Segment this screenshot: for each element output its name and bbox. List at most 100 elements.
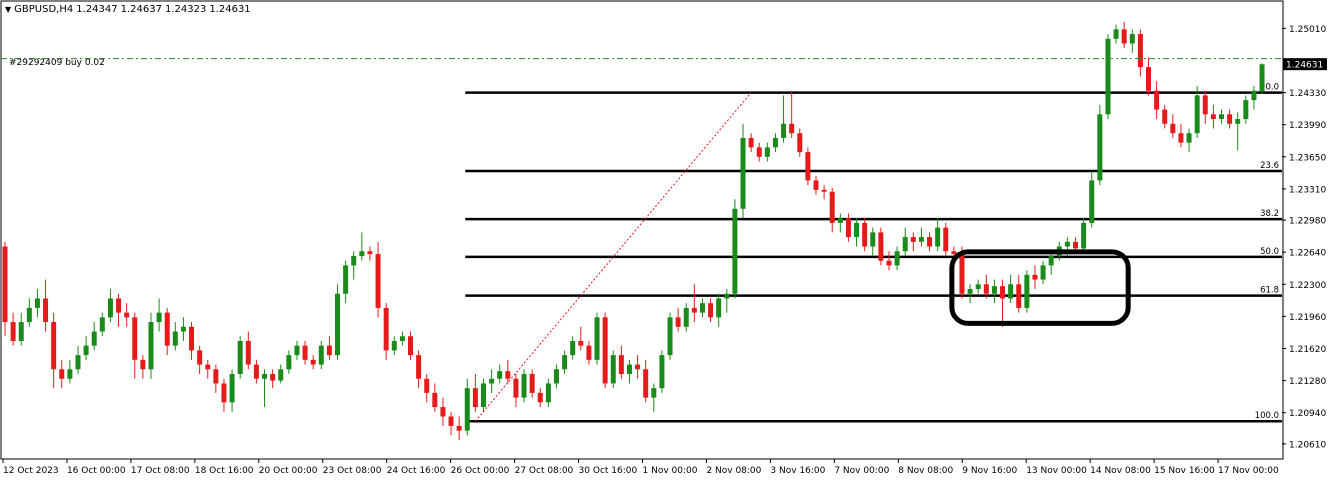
candlestick-chart: 0.0 23.6 38.2 50.0 61.8 100.0 1.25010 1.24330 1… <box>0 0 1327 476</box>
candle <box>935 218 941 252</box>
candle-body <box>545 383 551 403</box>
candle-body <box>67 369 73 379</box>
candle-body <box>878 232 884 261</box>
candle <box>772 133 778 153</box>
candle-body <box>99 317 105 332</box>
candle <box>197 345 203 375</box>
y-tick-label: 1.22300 <box>1289 281 1326 291</box>
candle-body <box>1008 284 1014 299</box>
candle-body <box>2 246 8 323</box>
candle-body <box>270 374 276 381</box>
overlay-layer <box>1 58 1282 422</box>
candle <box>245 331 251 370</box>
candle-body <box>1219 114 1224 120</box>
symbol-label: GBPUSD,H4 <box>14 4 74 15</box>
candle <box>781 95 787 143</box>
x-tick-label: 27 Oct 08:00 <box>515 466 574 476</box>
candle <box>691 284 697 323</box>
candle <box>99 312 105 337</box>
candle-body <box>626 364 632 375</box>
candle <box>318 340 324 370</box>
candle <box>180 317 186 341</box>
candle <box>789 90 795 138</box>
candle-body <box>764 147 770 157</box>
candle-body <box>456 425 462 431</box>
candle-body <box>51 322 57 370</box>
candle-body <box>424 378 430 393</box>
candle <box>383 303 389 360</box>
candle-body <box>448 416 454 426</box>
candle <box>1000 279 1006 327</box>
fib-level-label: 0.0 <box>1265 83 1279 93</box>
ohlc-low: 1.24323 <box>164 4 207 15</box>
candle-body <box>683 307 689 327</box>
candle <box>229 369 235 412</box>
candle-body <box>1154 90 1160 110</box>
candle-body <box>951 251 957 255</box>
candle <box>562 350 568 375</box>
candle-body <box>408 336 413 356</box>
candle-body <box>935 227 941 247</box>
candle-body <box>1178 133 1184 143</box>
candle <box>391 336 397 356</box>
candle <box>886 251 892 271</box>
candle-body <box>213 369 219 384</box>
candle-body <box>1194 95 1200 134</box>
candle-body <box>1024 274 1030 308</box>
candle <box>75 345 81 375</box>
y-tick-label: 1.21280 <box>1289 377 1326 387</box>
candle-body <box>189 326 195 351</box>
candle-body <box>570 340 576 356</box>
fib-level-label: 100.0 <box>1255 411 1279 421</box>
candle-body <box>343 265 349 294</box>
candle <box>221 378 227 412</box>
candle <box>521 369 527 403</box>
y-tick-label: 1.23650 <box>1289 153 1326 163</box>
candle-body <box>1073 241 1079 249</box>
candle-body <box>1227 114 1233 124</box>
candle-body <box>594 317 600 360</box>
y-tick-label: 1.21620 <box>1289 345 1326 355</box>
candle-body <box>651 388 657 398</box>
candle <box>862 218 868 252</box>
candle-body <box>1129 34 1135 44</box>
candle-body <box>132 317 138 360</box>
candle <box>270 369 276 389</box>
candle-body <box>708 303 714 318</box>
candle <box>43 279 49 332</box>
candle-body <box>910 237 916 242</box>
candle <box>286 350 292 375</box>
candle <box>489 369 495 393</box>
collapse-triangle-icon[interactable]: ▼ <box>5 5 11 14</box>
candle <box>675 307 681 332</box>
candle-body <box>253 364 259 379</box>
current-price-label: 1.24631 <box>1286 61 1323 71</box>
candle-body <box>10 322 16 341</box>
candle <box>975 279 981 294</box>
candle <box>618 345 624 379</box>
candle-body <box>870 232 876 247</box>
candle-body <box>34 298 40 308</box>
candle-body <box>675 317 681 327</box>
candle-body <box>748 137 754 148</box>
candle <box>1113 24 1119 44</box>
candle <box>740 123 746 219</box>
candle <box>83 336 89 360</box>
candle-body <box>262 374 268 379</box>
candle-body <box>83 345 89 356</box>
candle-body <box>205 364 211 370</box>
candle-body <box>578 340 584 346</box>
candle-body <box>310 359 316 365</box>
candle <box>480 378 486 412</box>
x-tick-label: 18 Oct 16:00 <box>195 466 254 476</box>
candle-body <box>326 345 332 356</box>
candle <box>651 383 657 412</box>
candle <box>424 374 430 403</box>
candle-body <box>813 180 819 190</box>
candle-body <box>1089 180 1095 223</box>
candle-body <box>943 227 949 252</box>
candle <box>1048 251 1054 275</box>
candle <box>67 359 73 384</box>
order-label[interactable]: #29292409 buy 0.02 <box>9 58 105 68</box>
candle <box>1105 34 1111 120</box>
